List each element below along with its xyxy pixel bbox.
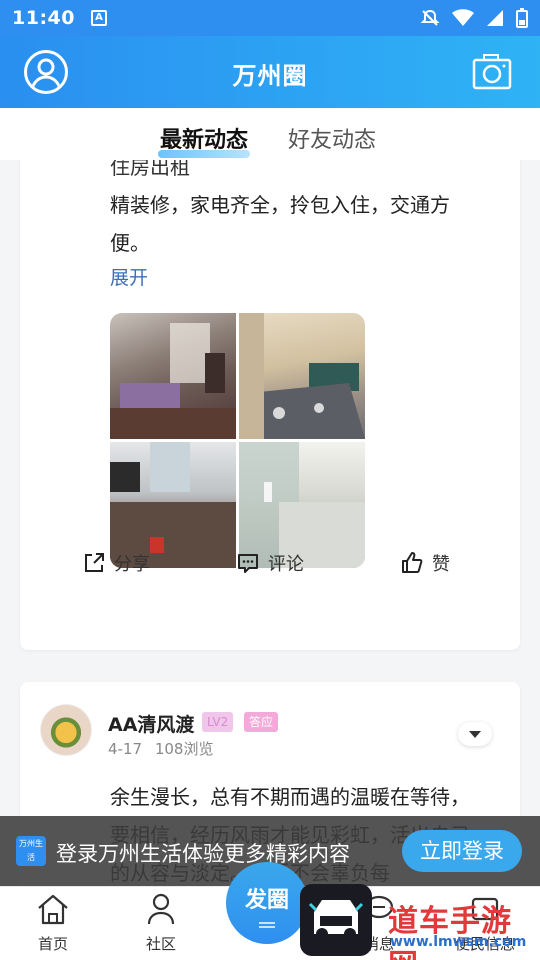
community-icon [147,893,175,925]
nav-community-label: 社区 [145,935,176,953]
post-fab-button[interactable]: 发圈 [226,862,308,944]
post-text-cover [110,160,505,184]
post-fab-dash-icon [259,922,275,928]
caret-down-icon [469,731,481,738]
comment-label: 评论 [268,554,304,575]
expand-link[interactable]: 展开 [110,263,148,290]
status-icons [420,8,528,28]
app-header: 万州圈 [0,36,540,108]
login-button[interactable]: 立即登录 [402,830,522,872]
camera-icon [472,54,512,90]
notification-a-icon: A [90,10,107,26]
watermark: 道车手游网 www.lmwsm.com [300,884,540,960]
post-views: 108浏览 [154,740,214,758]
status-bar: 11:40 A [0,0,540,36]
share-button[interactable]: 分享 [82,550,150,576]
brand-logo: 万州生活 [16,836,46,866]
level-badge: LV2 [202,712,234,732]
watermark-title: 道车手游网 [388,904,512,960]
more-options-button[interactable] [458,722,492,746]
nav-home[interactable]: 首页 [18,893,88,954]
comment-icon [238,554,258,573]
post-text-line: 精装修，家电齐全，拎包入住，交通方 [110,193,450,217]
home-icon [38,894,68,925]
share-label: 分享 [114,554,150,575]
watermark-car-logo [300,884,372,956]
wifi-icon [452,9,474,26]
camera-button[interactable] [472,52,512,92]
post-text-line: 便。 [110,231,150,255]
like-label: 赞 [432,554,450,575]
app-title: 万州圈 [232,62,308,90]
signal-icon [487,10,503,26]
watermark-url: www.lmwsm.com [390,934,527,950]
share-icon [85,553,104,572]
photo-grid [110,313,365,568]
comment-button[interactable]: 评论 [236,550,304,576]
battery-icon [516,8,528,28]
author-name[interactable]: AA清风渡 [108,710,194,737]
role-badge: 答应 [244,712,279,732]
post-card: 住房出租 精装修，家电齐全，拎包入住，交通方 便。 展开 分享 评论 赞 [20,160,520,650]
post-fab-label: 发圈 [244,888,289,913]
tab-latest[interactable]: 最新动态 [160,122,248,154]
thumbs-up-icon [402,552,423,573]
post-photo-living-room[interactable] [110,313,236,439]
nav-community[interactable]: 社区 [126,893,196,954]
post-meta: 4-17 108浏览 [108,738,213,759]
post-photo-bedroom[interactable] [239,313,365,439]
status-time: 11:40 [12,7,75,29]
tab-friends[interactable]: 好友动态 [288,122,376,154]
mute-icon [420,9,440,26]
bedroom-photo-art [239,313,365,439]
nav-home-label: 首页 [37,935,68,953]
living-room-photo-art [110,323,236,439]
login-banner-text: 登录万州生活体验更多精彩内容 [56,842,350,866]
post-actions: 分享 评论 赞 [20,550,520,590]
feed-tabs: 最新动态 好友动态 [0,108,540,160]
feed-list[interactable]: 住房出租 精装修，家电齐全，拎包入住，交通方 便。 展开 分享 评论 赞 AA清… [0,160,540,890]
author-avatar[interactable] [40,704,92,756]
car-icon [308,900,364,940]
like-button[interactable]: 赞 [400,550,450,576]
post-date: 4-17 [108,740,143,758]
